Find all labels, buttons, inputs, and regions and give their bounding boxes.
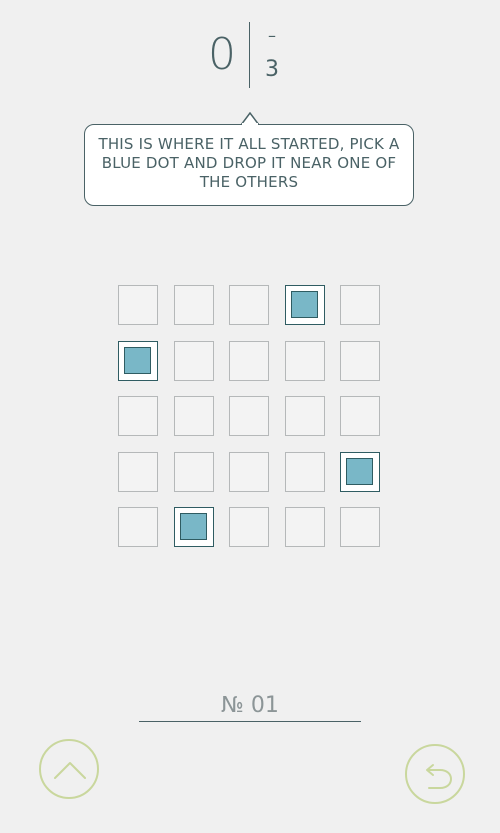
score-divider <box>249 22 250 88</box>
grid-cell[interactable] <box>284 396 325 436</box>
blue-dot[interactable] <box>179 513 207 540</box>
grid-cell[interactable] <box>340 285 380 325</box>
score-display: 0 – 3 <box>0 0 500 100</box>
grid-cell[interactable] <box>173 285 214 325</box>
grid-cell[interactable] <box>173 396 214 436</box>
grid-cell[interactable] <box>340 396 380 436</box>
level-number: № 01 <box>139 692 361 722</box>
grid-cell[interactable] <box>284 451 325 492</box>
blue-dot-cell[interactable] <box>340 451 380 492</box>
grid-cell[interactable] <box>229 340 269 381</box>
chevron-up-icon <box>54 762 86 779</box>
grid-cell[interactable] <box>118 451 158 492</box>
hint-tooltip: This is where it all started, pick a blu… <box>84 124 414 206</box>
game-board <box>118 285 382 549</box>
grid-cell[interactable] <box>284 507 325 547</box>
grid-cell[interactable] <box>340 340 380 381</box>
undo-button[interactable] <box>405 744 465 804</box>
blue-dot-cell[interactable] <box>118 340 158 381</box>
grid-cell[interactable] <box>229 396 269 436</box>
tooltip-arrow-joint <box>242 123 258 126</box>
grid-cell[interactable] <box>118 285 158 325</box>
moves-count: 0 <box>208 29 236 80</box>
grid-cell[interactable] <box>173 451 214 492</box>
grid-cell[interactable] <box>229 507 269 547</box>
grid-cell[interactable] <box>173 340 214 381</box>
grid-cell[interactable] <box>118 507 158 547</box>
grid-cell[interactable] <box>340 507 380 547</box>
blue-dot[interactable] <box>124 346 151 374</box>
blue-dot-cell[interactable] <box>284 285 325 325</box>
grid-cell[interactable] <box>118 396 158 436</box>
grid-cell[interactable] <box>229 451 269 492</box>
grid-cell[interactable] <box>229 285 269 325</box>
target-count: 3 <box>265 57 279 82</box>
blue-dot-cell[interactable] <box>173 507 214 547</box>
blue-dot[interactable] <box>290 291 318 318</box>
grid-cell[interactable] <box>284 340 325 381</box>
blue-dot[interactable] <box>346 457 373 485</box>
hint-text: This is where it all started, pick a blu… <box>98 134 400 191</box>
menu-up-button[interactable] <box>39 739 99 799</box>
target-dash: – <box>268 26 276 45</box>
undo-icon <box>426 764 452 789</box>
